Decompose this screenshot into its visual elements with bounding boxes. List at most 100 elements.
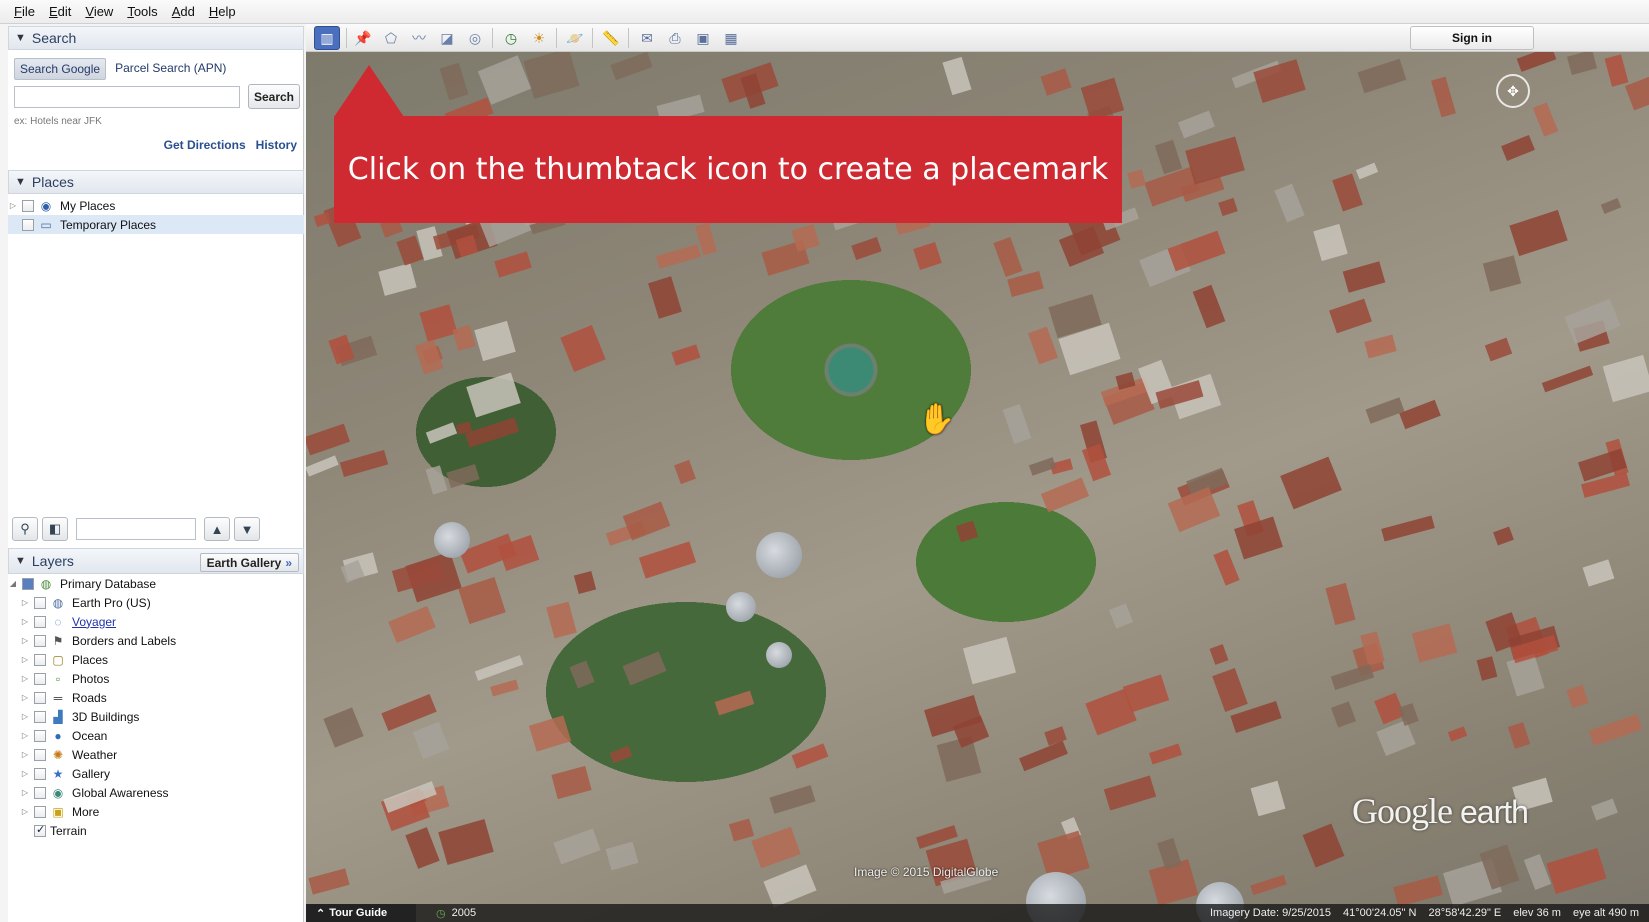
layers-root-primary-database[interactable]: ◢ ◍ Primary Database — [8, 574, 304, 593]
collapse-triangle-icon[interactable]: ▼ — [15, 32, 26, 44]
checkbox[interactable] — [34, 710, 46, 723]
collapse-arrow-icon[interactable]: ◢ — [8, 579, 18, 588]
tour-guide-button[interactable]: ⌃ Tour Guide — [306, 904, 416, 922]
expand-arrow-icon[interactable]: ▷ — [20, 693, 30, 702]
history-link[interactable]: History — [256, 138, 297, 152]
expand-arrow-icon[interactable]: ▷ — [20, 674, 30, 683]
collapse-triangle-icon[interactable]: ▼ — [15, 176, 26, 188]
expand-arrow-icon[interactable]: ▷ — [20, 807, 30, 816]
expand-arrow-icon[interactable]: ▷ — [20, 712, 30, 721]
print-icon[interactable]: ⎙ — [662, 26, 688, 50]
menu-view[interactable]: View — [85, 4, 113, 19]
checkbox[interactable] — [34, 748, 46, 761]
placemark-thumbtack-icon[interactable]: 📌 — [350, 26, 376, 50]
search-button[interactable]: Search — [248, 84, 300, 109]
building-roof — [414, 339, 444, 375]
menu-file[interactable]: File — [14, 4, 35, 19]
places-filter-input[interactable] — [76, 518, 196, 540]
expand-arrow-icon[interactable]: ▷ — [20, 769, 30, 778]
layer-item[interactable]: ▷ ◉ Global Awareness — [8, 783, 304, 802]
expand-arrow-icon[interactable]: ▷ — [20, 788, 30, 797]
checkbox[interactable] — [34, 729, 46, 742]
checkbox[interactable] — [34, 786, 46, 799]
search-section-header[interactable]: ▼ Search — [8, 26, 304, 50]
global-awareness-icon: ◉ — [52, 785, 64, 800]
layer-item[interactable]: ▷ ★ Gallery — [8, 764, 304, 783]
building-roof — [1007, 271, 1044, 297]
layer-item[interactable]: ▷ ✺ Weather — [8, 745, 304, 764]
expand-arrow-icon[interactable]: ▷ — [20, 636, 30, 645]
building-roof — [851, 237, 882, 260]
checkbox[interactable] — [34, 767, 46, 780]
places-item-temporary-places[interactable]: ▭ Temporary Places — [8, 215, 304, 234]
checkbox[interactable] — [34, 596, 46, 609]
toggle-panel-icon[interactable]: ◧ — [42, 517, 68, 541]
building-roof — [490, 679, 519, 697]
layers-section-header[interactable]: ▼ Layers Earth Gallery » — [8, 548, 304, 574]
checkbox[interactable] — [22, 199, 34, 212]
sunlight-icon[interactable]: ☀ — [526, 26, 552, 50]
places-section-header[interactable]: ▼ Places — [8, 170, 304, 194]
expand-arrow-icon[interactable]: ▷ — [20, 655, 30, 664]
tab-parcel-search[interactable]: Parcel Search (APN) — [110, 58, 231, 80]
save-image-icon[interactable]: ▣ — [690, 26, 716, 50]
places-icon: ▢ — [52, 652, 64, 667]
record-tour-icon[interactable]: ◎ — [462, 26, 488, 50]
view-in-maps-icon[interactable]: ▦ — [718, 26, 744, 50]
expand-arrow-icon[interactable]: ▷ — [8, 201, 18, 210]
polygon-icon[interactable]: ⬠ — [378, 26, 404, 50]
layer-item[interactable]: ▷ ▟ 3D Buildings — [8, 707, 304, 726]
email-icon[interactable]: ✉ — [634, 26, 660, 50]
checkbox[interactable] — [34, 805, 46, 818]
layer-item[interactable]: ▷ ● Ocean — [8, 726, 304, 745]
path-icon[interactable]: 〰 — [406, 26, 432, 50]
checkbox[interactable] — [34, 634, 46, 647]
building-roof — [1484, 337, 1513, 362]
checkbox[interactable] — [22, 577, 34, 590]
expand-arrow-icon[interactable]: ▷ — [20, 731, 30, 740]
move-down-icon[interactable]: ▼ — [234, 517, 260, 541]
layer-item[interactable]: ▷ ◌ Voyager — [8, 612, 304, 631]
earth-gallery-button[interactable]: Earth Gallery » — [199, 553, 299, 572]
search-input[interactable] — [14, 86, 240, 108]
expand-arrow-icon[interactable]: ▷ — [20, 750, 30, 759]
layer-item[interactable]: ▷ ▫ Photos — [8, 669, 304, 688]
sidebar-toggle-icon[interactable]: ▥ — [314, 26, 340, 50]
historical-imagery-icon[interactable]: ◷ — [498, 26, 524, 50]
menu-add[interactable]: Add — [172, 4, 195, 19]
planets-icon[interactable]: 🪐 — [562, 26, 588, 50]
move-up-icon[interactable]: ▲ — [204, 517, 230, 541]
checkbox[interactable] — [34, 672, 46, 685]
checkbox[interactable] — [34, 653, 46, 666]
layer-label: Earth Pro (US) — [72, 595, 151, 610]
sign-in-button[interactable]: Sign in — [1410, 26, 1534, 50]
layer-item[interactable]: ▷ ◍ Earth Pro (US) — [8, 593, 304, 612]
layer-item[interactable]: ▷ ▣ More — [8, 802, 304, 821]
navigation-compass-icon[interactable]: ✥ — [1496, 74, 1530, 108]
expand-arrow-icon[interactable]: ▷ — [20, 598, 30, 607]
search-places-icon[interactable]: ⚲ — [12, 517, 38, 541]
tab-search-google[interactable]: Search Google — [14, 58, 107, 80]
menu-edit[interactable]: Edit — [49, 4, 71, 19]
layer-item[interactable]: ▷ ▢ Places — [8, 650, 304, 669]
checkbox[interactable] — [34, 615, 46, 628]
building-roof — [412, 721, 450, 760]
checkbox[interactable] — [22, 218, 34, 231]
places-item-my-places[interactable]: ▷ ◉ My Places — [8, 196, 304, 215]
checkbox[interactable] — [34, 823, 46, 837]
map-view[interactable]: Click on the thumbtack icon to create a … — [306, 52, 1649, 922]
menu-tools[interactable]: Tools — [127, 4, 157, 19]
image-overlay-icon[interactable]: ◪ — [434, 26, 460, 50]
layer-label[interactable]: Voyager — [72, 615, 116, 629]
get-directions-link[interactable]: Get Directions — [164, 138, 246, 152]
ocean-icon: ● — [54, 728, 62, 743]
checkbox[interactable] — [34, 691, 46, 704]
collapse-triangle-icon[interactable]: ▼ — [15, 555, 26, 567]
layer-item[interactable]: Terrain — [8, 821, 304, 840]
layer-item[interactable]: ▷ ═ Roads — [8, 688, 304, 707]
layer-item[interactable]: ▷ ⚑ Borders and Labels — [8, 631, 304, 650]
expand-arrow-icon[interactable]: ▷ — [20, 617, 30, 626]
menu-help[interactable]: Help — [209, 4, 236, 19]
ruler-icon[interactable]: 📏 — [598, 26, 624, 50]
historical-year[interactable]: ◷ 2005 — [436, 907, 476, 920]
